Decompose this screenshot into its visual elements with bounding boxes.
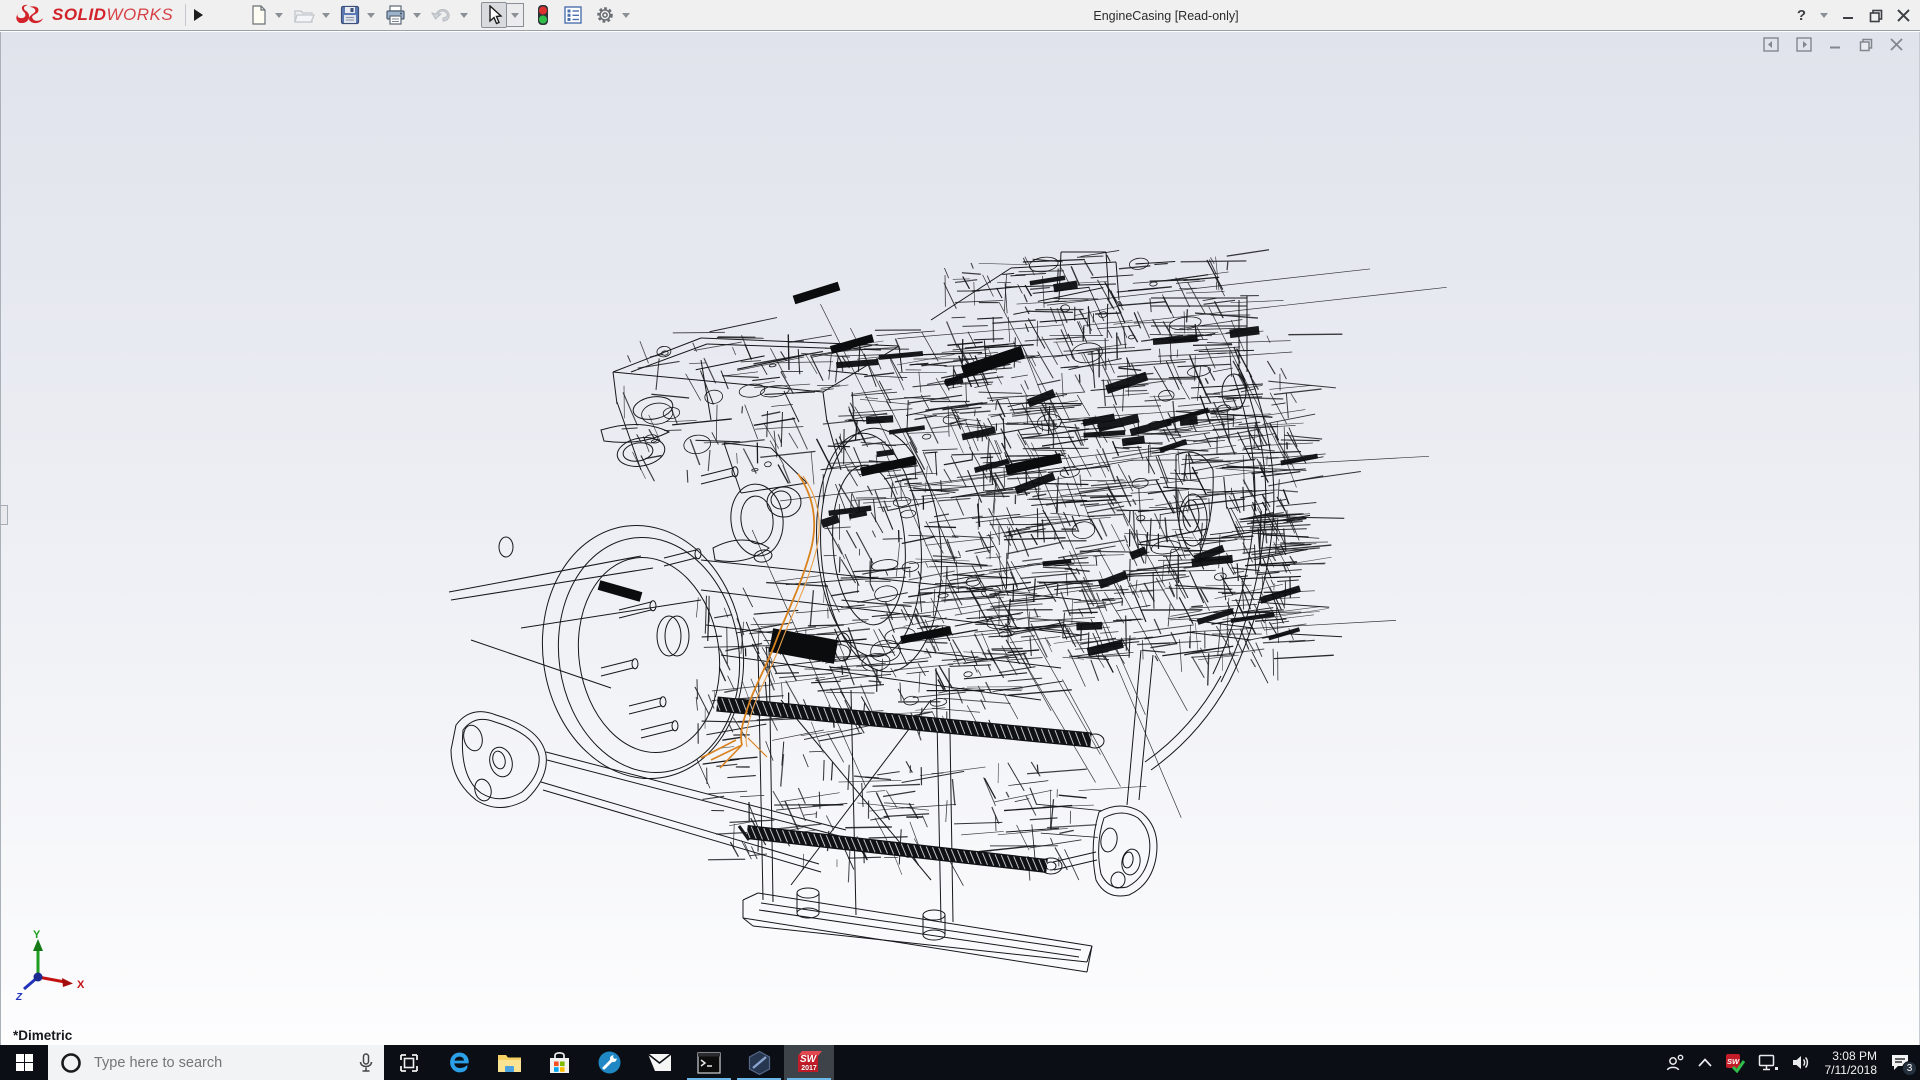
solidworks-window: SOLIDWORKS bbox=[0, 0, 1920, 1080]
taskbar-app-icons: SW 2017 bbox=[384, 1045, 834, 1080]
tray-time: 3:08 PM bbox=[1825, 1049, 1878, 1063]
view-orientation-label: *Dimetric bbox=[13, 1028, 72, 1043]
orientation-triad: Y X Z bbox=[13, 929, 91, 1001]
settings-wrench-icon bbox=[597, 1050, 622, 1075]
file-explorer-icon bbox=[497, 1052, 522, 1074]
doc-previous-window-button[interactable] bbox=[1763, 37, 1779, 57]
microsoft-store-icon bbox=[548, 1051, 571, 1075]
tray-date: 7/11/2018 bbox=[1825, 1063, 1878, 1077]
taskbar-settings-tool[interactable] bbox=[584, 1045, 634, 1080]
doc-restore-button[interactable] bbox=[1859, 38, 1873, 57]
svg-text:X: X bbox=[77, 979, 85, 991]
clock[interactable]: 3:08 PM 7/11/2018 bbox=[1825, 1049, 1878, 1077]
taskbar-hexagon-app[interactable] bbox=[734, 1045, 784, 1080]
solidworks-resource-monitor-icon[interactable]: SW bbox=[1725, 1053, 1745, 1073]
system-tray: SW 3:08 PM 7/11/2018 3 bbox=[1665, 1045, 1920, 1080]
windows-logo-icon bbox=[16, 1054, 33, 1071]
start-button[interactable] bbox=[0, 1045, 48, 1080]
edge-icon bbox=[447, 1050, 472, 1075]
taskbar-solidworks[interactable]: SW 2017 bbox=[784, 1045, 834, 1080]
hexagon-app-icon bbox=[747, 1050, 772, 1076]
taskbar-search[interactable] bbox=[48, 1045, 384, 1080]
engine-casing-wireframe-model[interactable] bbox=[1, 0, 1920, 1080]
mail-icon bbox=[647, 1053, 672, 1072]
action-center-button[interactable]: 3 bbox=[1890, 1053, 1910, 1072]
triad-y-label: Y bbox=[33, 929, 41, 941]
cortana-icon bbox=[60, 1052, 82, 1074]
people-icon[interactable] bbox=[1665, 1054, 1685, 1072]
taskbar-file-explorer[interactable] bbox=[484, 1045, 534, 1080]
svg-text:Z: Z bbox=[15, 992, 23, 1001]
taskbar-command-prompt[interactable] bbox=[684, 1045, 734, 1080]
document-window-controls bbox=[1763, 37, 1903, 57]
taskbar-mail[interactable] bbox=[634, 1045, 684, 1080]
feature-manager-collapsed-tab[interactable] bbox=[1, 505, 8, 525]
doc-close-button[interactable] bbox=[1890, 38, 1903, 56]
volume-icon[interactable] bbox=[1792, 1054, 1812, 1071]
tray-overflow-chevron-icon[interactable] bbox=[1698, 1058, 1712, 1067]
notification-count-badge: 3 bbox=[1902, 1061, 1917, 1076]
viewport-canvas[interactable]: Y X Z *Dimetric bbox=[0, 32, 1920, 1045]
doc-next-window-button[interactable] bbox=[1796, 37, 1812, 57]
solidworks-2017-icon: SW 2017 bbox=[796, 1050, 822, 1076]
task-view-button[interactable] bbox=[384, 1045, 434, 1080]
microphone-icon[interactable] bbox=[358, 1053, 374, 1073]
taskbar-edge[interactable] bbox=[434, 1045, 484, 1080]
sw-icon-year-label: 2017 bbox=[798, 1065, 820, 1072]
task-view-icon bbox=[398, 1052, 420, 1074]
doc-minimize-button[interactable] bbox=[1829, 38, 1842, 56]
command-prompt-icon bbox=[697, 1052, 721, 1074]
network-icon[interactable] bbox=[1758, 1054, 1779, 1071]
sw-icon-label: SW bbox=[798, 1054, 818, 1065]
svg-text:SW: SW bbox=[1726, 1057, 1739, 1066]
search-input[interactable] bbox=[94, 1055, 358, 1071]
taskbar-store[interactable] bbox=[534, 1045, 584, 1080]
windows-taskbar: SW 2017 SW 3:08 PM bbox=[0, 1045, 1920, 1080]
